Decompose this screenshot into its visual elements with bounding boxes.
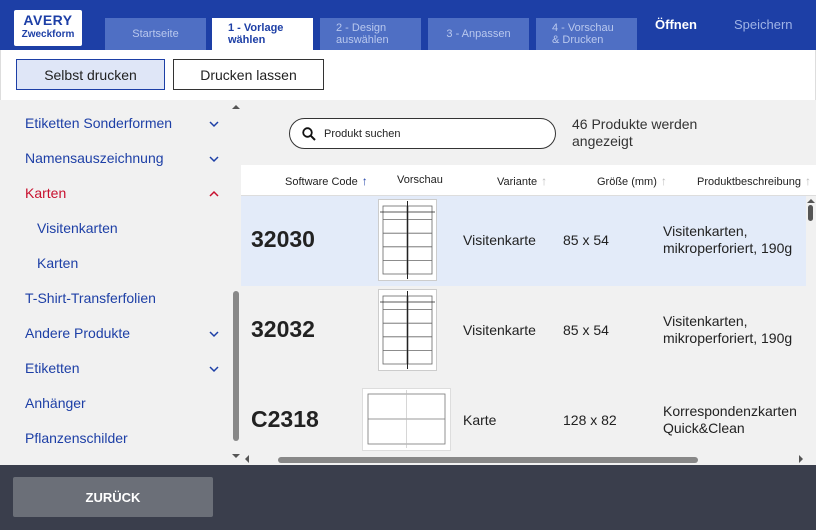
- column-label: Variante: [497, 176, 538, 188]
- sidebar-item-pflanzenschilder[interactable]: Pflanzenschilder: [25, 430, 128, 446]
- print-service-button[interactable]: Drucken lassen: [173, 59, 324, 90]
- column-label: Software Code: [285, 176, 358, 188]
- logo-line-2: Zweckform: [21, 29, 75, 40]
- software-code: 32032: [251, 316, 315, 342]
- template-preview-thumbnail: [378, 199, 437, 281]
- sidebar-item-andere-produkte[interactable]: Andere Produkte: [25, 325, 130, 341]
- sidebar-subitem-visitenkarten[interactable]: Visitenkarten: [37, 220, 118, 236]
- sidebar-item-etiketten[interactable]: Etiketten: [25, 360, 79, 376]
- sort-arrow-icon: ↑: [541, 174, 548, 188]
- logo-line-1: AVERY: [23, 12, 73, 28]
- search-icon: [302, 127, 316, 141]
- size-cell: 85 x 54: [563, 232, 609, 248]
- scroll-up-arrow-icon[interactable]: [807, 197, 815, 205]
- sidebar-item-etiketten-sonderformen[interactable]: Etiketten Sonderformen: [25, 115, 172, 131]
- description-cell: Korrespondenzkarten Quick&Clean: [663, 403, 797, 436]
- sidebar-item-karten[interactable]: Karten: [25, 185, 66, 201]
- scroll-down-arrow-icon[interactable]: [232, 452, 240, 460]
- sidebar-subitem-karten[interactable]: Karten: [37, 255, 78, 271]
- tab-vorlage-waehlen[interactable]: 1 - Vorlage wählen: [212, 18, 313, 50]
- table-row[interactable]: 32030 Visitenkarte 85 x 54 Visitenkarten…: [241, 196, 806, 286]
- tab-anpassen[interactable]: 3 - Anpassen: [428, 18, 529, 50]
- tab-vorschau-drucken[interactable]: 4 - Vorschau & Drucken: [536, 18, 637, 50]
- column-header-code[interactable]: Software Code ↑: [285, 174, 368, 188]
- chevron-up-icon[interactable]: [208, 188, 220, 200]
- table-row[interactable]: 32032 Visitenkarte 85 x 54 Visitenkarten…: [241, 286, 806, 376]
- scroll-up-arrow-icon[interactable]: [232, 103, 240, 111]
- sort-arrow-icon: ↑: [660, 174, 667, 188]
- back-button[interactable]: ZURÜCK: [13, 477, 213, 517]
- variant-cell: Karte: [463, 412, 497, 428]
- chevron-down-icon[interactable]: [208, 118, 220, 130]
- chevron-down-icon[interactable]: [208, 328, 220, 340]
- table-vertical-scrollbar[interactable]: [806, 196, 816, 454]
- table-row[interactable]: C2318 Karte 128 x 82 Korrespondenzkarten…: [241, 376, 806, 454]
- sidebar-item-namensauszeichnung[interactable]: Namensauszeichnung: [25, 150, 164, 166]
- column-header-preview: Vorschau: [397, 174, 443, 186]
- size-cell: 85 x 54: [563, 322, 609, 338]
- table-header: Software Code ↑ Vorschau Variante ↑ Größe …: [241, 165, 816, 196]
- description-cell: Visitenkarten, mikroperforiert, 190g: [663, 223, 793, 256]
- column-label: Produktbeschreibung: [697, 176, 801, 188]
- chevron-down-icon[interactable]: [208, 363, 220, 375]
- software-code: 32030: [251, 226, 315, 252]
- description-cell: Visitenkarten, mikroperforiert, 190g: [663, 313, 793, 346]
- sidebar-item-anhaenger[interactable]: Anhänger: [25, 395, 86, 411]
- tab-design-auswaehlen[interactable]: 2 - Design auswählen: [320, 18, 421, 50]
- sidebar-scroll-thumb[interactable]: [233, 291, 239, 441]
- software-code: C2318: [251, 406, 319, 432]
- sort-arrow-icon: ↑: [804, 174, 811, 188]
- template-preview-thumbnail: [378, 289, 437, 371]
- self-print-button[interactable]: Selbst drucken: [16, 59, 165, 90]
- save-button[interactable]: Speichern: [734, 17, 793, 32]
- sidebar-item-tshirt-transferfolien[interactable]: T-Shirt-Transferfolien: [25, 290, 156, 306]
- open-button[interactable]: Öffnen: [655, 17, 697, 32]
- tab-startseite[interactable]: Startseite: [105, 18, 206, 50]
- table-scroll-thumb[interactable]: [808, 205, 813, 221]
- column-label: Größe (mm): [597, 176, 657, 188]
- column-header-size[interactable]: Größe (mm) ↑: [597, 174, 667, 188]
- avery-logo[interactable]: AVERY Zweckform: [14, 10, 82, 46]
- column-header-variant[interactable]: Variante ↑: [497, 174, 547, 188]
- product-search[interactable]: [289, 118, 556, 149]
- sort-arrow-icon: ↑: [361, 174, 368, 188]
- search-input[interactable]: [324, 126, 544, 142]
- variant-cell: Visitenkarte: [463, 232, 536, 248]
- scroll-right-arrow-icon[interactable]: [797, 455, 805, 463]
- horizontal-scroll-thumb[interactable]: [278, 457, 698, 463]
- column-header-description[interactable]: Produktbeschreibung ↑: [697, 174, 811, 188]
- result-count: 46 Produkte werden angezeigt: [572, 116, 698, 149]
- size-cell: 128 x 82: [563, 412, 617, 428]
- variant-cell: Visitenkarte: [463, 322, 536, 338]
- scroll-left-arrow-icon[interactable]: [243, 455, 251, 463]
- chevron-down-icon[interactable]: [208, 153, 220, 165]
- template-preview-thumbnail: [362, 388, 451, 451]
